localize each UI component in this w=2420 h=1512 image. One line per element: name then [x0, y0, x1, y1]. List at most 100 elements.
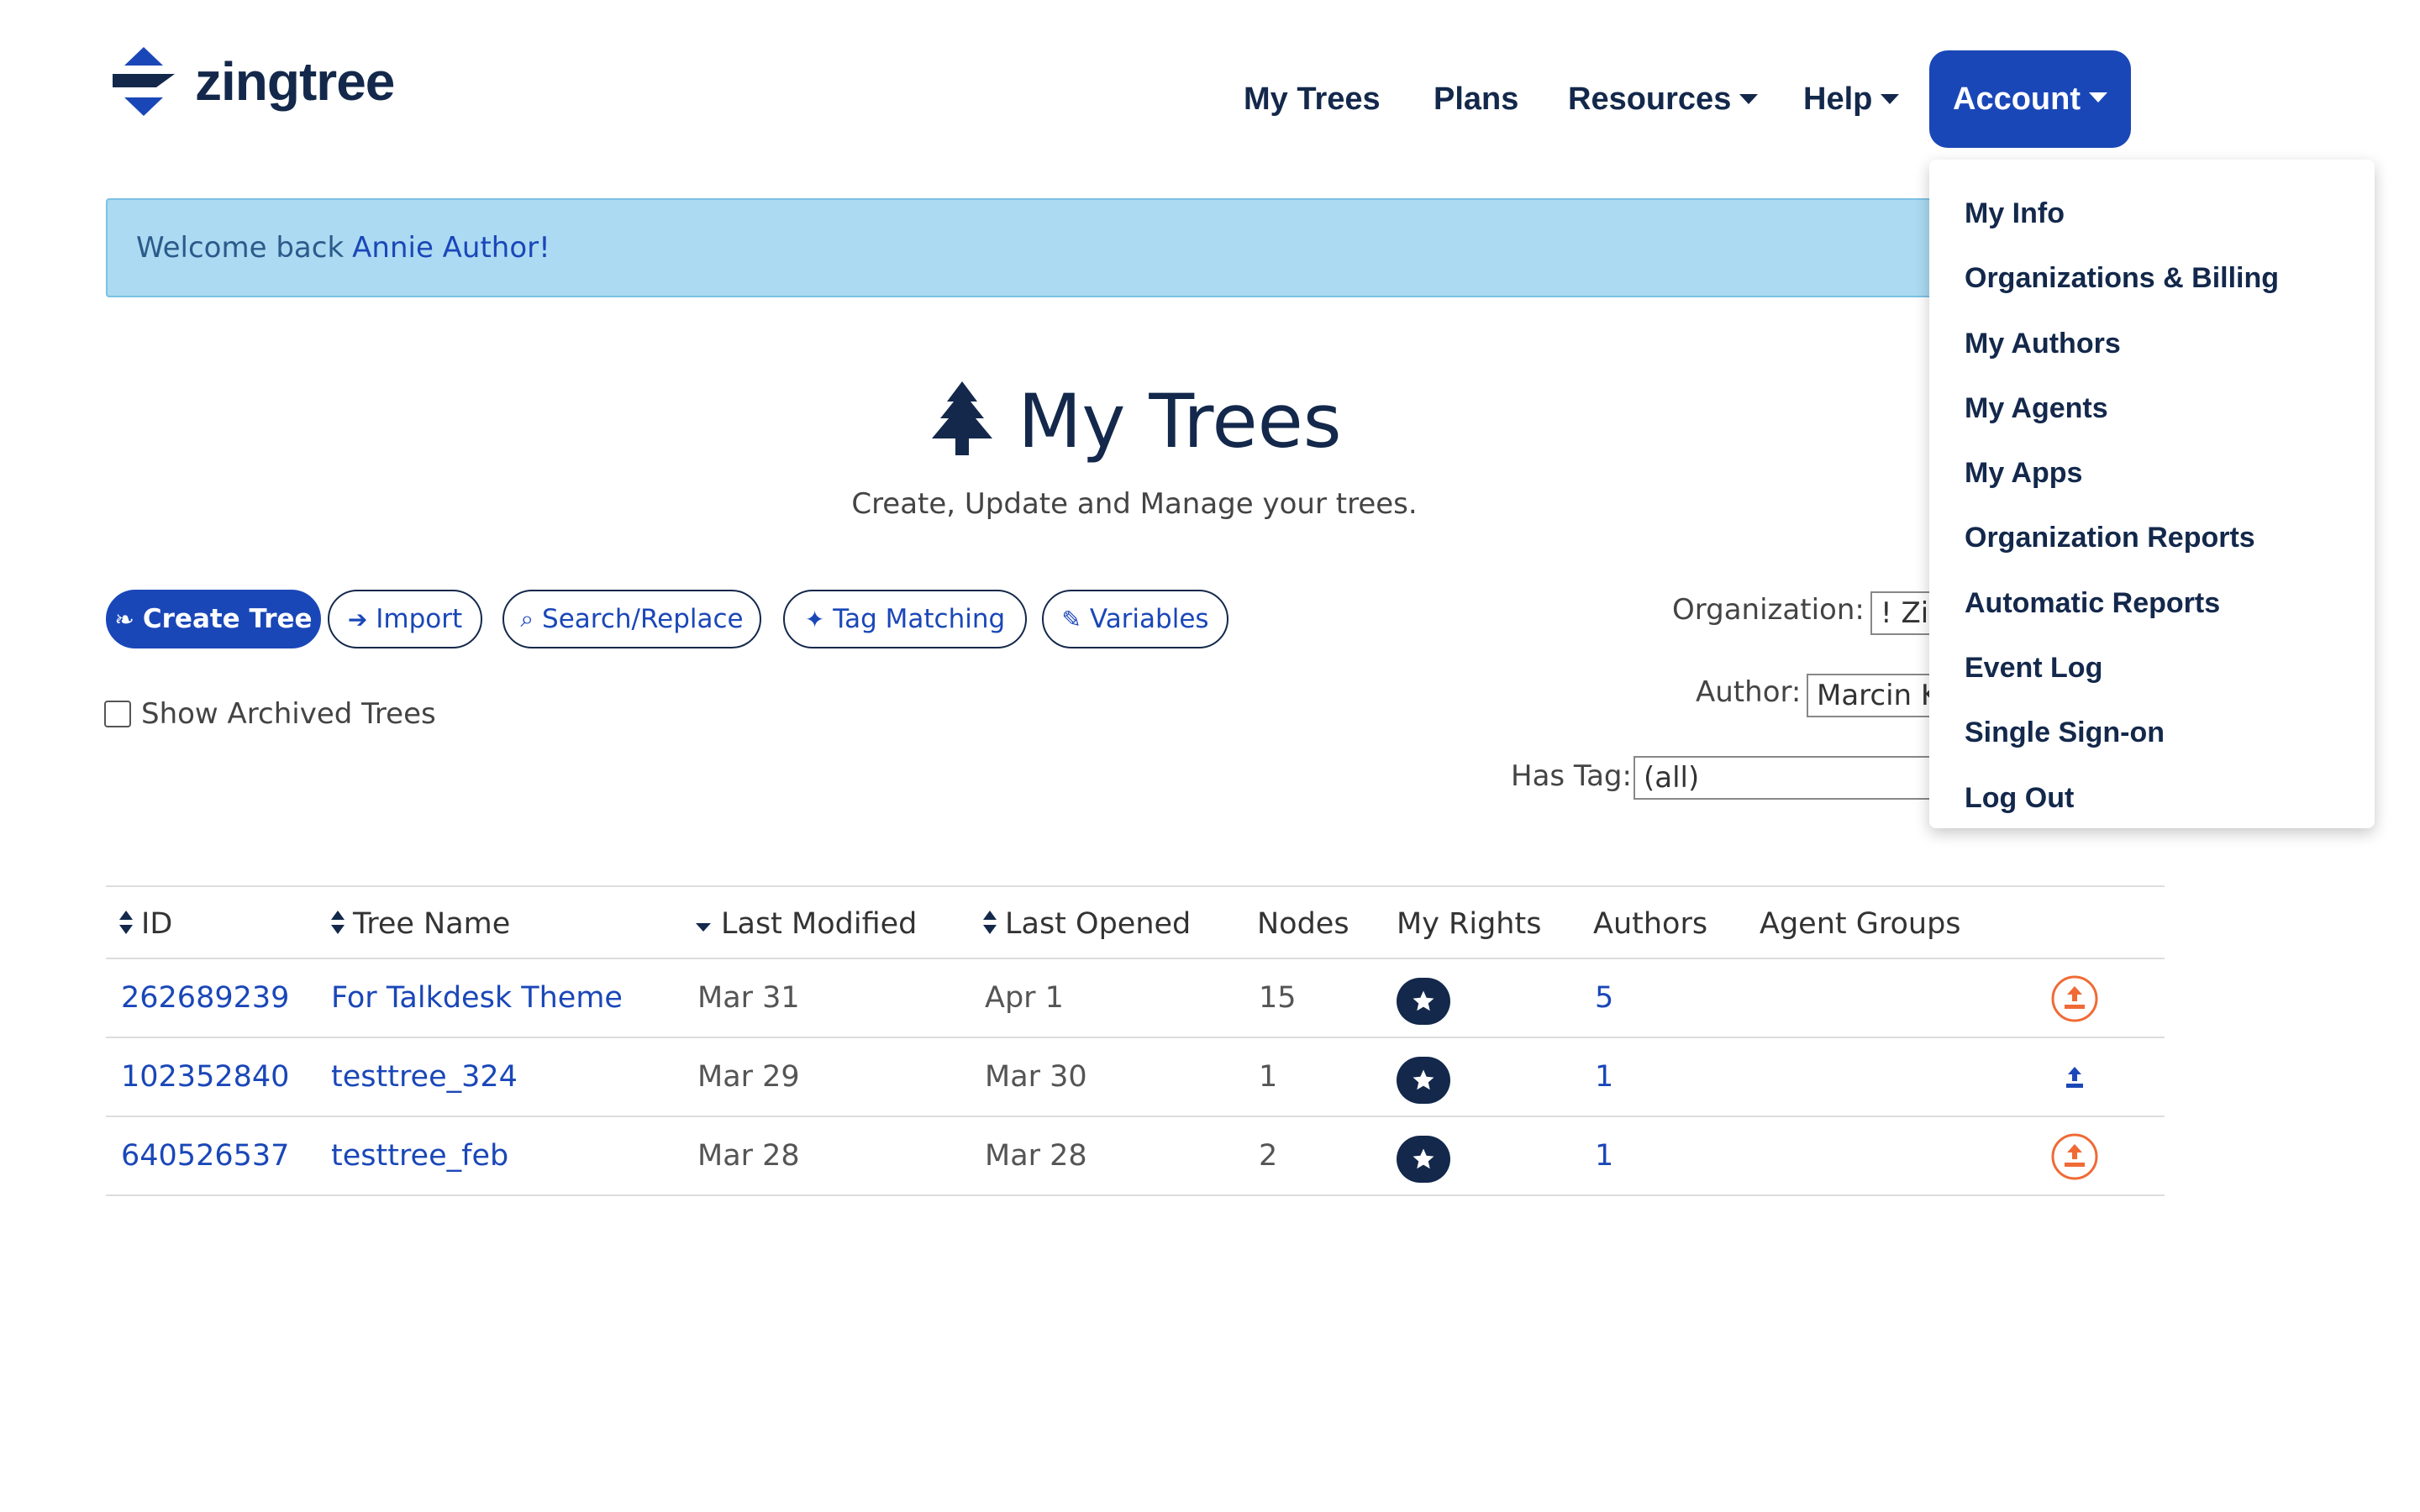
menu-item-my-info[interactable]: My Info [1929, 181, 2375, 246]
account-menu-button[interactable]: Account [1929, 50, 2131, 148]
table-row: 640526537 testtree_feb Mar 28 Mar 28 2 1 [106, 1117, 2165, 1196]
sort-desc-icon [696, 923, 711, 932]
zingtree-logo-icon [113, 47, 175, 116]
owner-star-icon [1397, 1057, 1450, 1104]
create-tree-label: Create Tree [142, 604, 313, 634]
caret-down-icon [1881, 93, 1900, 104]
edit-icon: ✎ [1061, 605, 1081, 633]
organization-label: Organization: [1672, 593, 1865, 627]
brand-name: zingtree [195, 51, 395, 112]
owner-star-icon [1397, 1136, 1450, 1183]
last-modified-cell: Mar 29 [697, 1060, 800, 1094]
leaf-icon: ❧ [114, 605, 134, 633]
tree-name-link[interactable]: For Talkdesk Theme [331, 959, 623, 1037]
menu-item-organization-reports[interactable]: Organization Reports [1929, 506, 2375, 570]
export-icon[interactable] [2050, 1053, 2099, 1102]
trees-table: ID Tree Name Last Modified Last Opened N… [106, 885, 2165, 1196]
search-icon: ⌕ [520, 605, 534, 633]
tag-matching-label: Tag Matching [833, 604, 1006, 634]
tags-icon: ✦ [804, 605, 825, 633]
column-last-modified-label: Last Modified [721, 907, 918, 941]
account-dropdown-menu: My Info Organizations & Billing My Autho… [1929, 160, 2375, 828]
nav-help[interactable]: Help [1803, 50, 1900, 148]
import-button[interactable]: ➔ Import [328, 590, 482, 648]
welcome-text: Welcome back [136, 231, 345, 265]
sort-icon [119, 911, 133, 934]
export-circle-icon[interactable] [2050, 974, 2099, 1023]
show-archived-checkbox[interactable] [104, 701, 131, 727]
last-modified-cell: Mar 28 [697, 1139, 800, 1173]
column-header-tree-name[interactable]: Tree Name [331, 887, 510, 961]
has-tag-select[interactable]: (all) [1634, 756, 1938, 800]
last-opened-cell: Mar 30 [985, 1060, 1087, 1094]
page-title: My Trees [927, 378, 1342, 465]
tree-id-link[interactable]: 262689239 [121, 959, 289, 1037]
page-title-text: My Trees [1018, 378, 1342, 465]
column-tree-name-label: Tree Name [353, 907, 511, 941]
welcome-banner: Welcome back Annie Author! [106, 198, 2153, 297]
column-header-agent-groups: Agent Groups [1760, 907, 1961, 941]
owner-star-icon [1397, 978, 1450, 1025]
author-select[interactable]: Marcin K [1807, 674, 1938, 717]
tree-id-link[interactable]: 640526537 [121, 1117, 289, 1194]
column-header-authors: Authors [1593, 907, 1708, 941]
nav-resources[interactable]: Resources [1568, 50, 1759, 148]
author-label: Author: [1696, 675, 1802, 709]
table-row: 262689239 For Talkdesk Theme Mar 31 Apr … [106, 959, 2165, 1038]
table-row: 102352840 testtree_324 Mar 29 Mar 30 1 1 [106, 1038, 2165, 1117]
nodes-cell: 2 [1259, 1139, 1278, 1173]
search-replace-button[interactable]: ⌕ Search/Replace [502, 590, 761, 648]
search-replace-label: Search/Replace [542, 604, 744, 634]
authors-count-link[interactable]: 1 [1595, 1117, 1613, 1194]
tree-icon [932, 381, 993, 455]
show-archived-label: Show Archived Trees [141, 697, 436, 731]
variables-label: Variables [1089, 604, 1209, 634]
caret-down-icon [2089, 92, 2107, 102]
has-tag-label: Has Tag: [1511, 759, 1632, 793]
column-last-opened-label: Last Opened [1005, 907, 1192, 941]
menu-item-event-log[interactable]: Event Log [1929, 636, 2375, 701]
menu-item-my-apps[interactable]: My Apps [1929, 441, 2375, 506]
menu-item-automatic-reports[interactable]: Automatic Reports [1929, 571, 2375, 636]
sort-icon [331, 911, 345, 934]
create-tree-button[interactable]: ❧ Create Tree [106, 590, 321, 648]
authors-count-link[interactable]: 5 [1595, 959, 1613, 1037]
nav-my-trees[interactable]: My Trees [1244, 50, 1381, 148]
nav-help-label: Help [1803, 81, 1873, 117]
nodes-cell: 15 [1259, 981, 1297, 1015]
column-header-id[interactable]: ID [119, 887, 172, 961]
column-id-label: ID [141, 907, 173, 941]
variables-button[interactable]: ✎ Variables [1042, 590, 1228, 648]
last-modified-cell: Mar 31 [697, 981, 800, 1015]
tree-name-link[interactable]: testtree_324 [331, 1038, 518, 1116]
menu-item-log-out[interactable]: Log Out [1929, 766, 2375, 831]
menu-item-my-agents[interactable]: My Agents [1929, 376, 2375, 441]
sign-in-icon: ➔ [347, 605, 368, 633]
menu-item-my-authors[interactable]: My Authors [1929, 312, 2375, 376]
menu-item-single-sign-on[interactable]: Single Sign-on [1929, 701, 2375, 765]
account-label: Account [1953, 81, 2081, 117]
sort-icon [983, 911, 997, 934]
table-header-row: ID Tree Name Last Modified Last Opened N… [106, 885, 2165, 959]
tag-matching-button[interactable]: ✦ Tag Matching [783, 590, 1027, 648]
nav-resources-label: Resources [1568, 81, 1732, 117]
menu-item-organizations-billing[interactable]: Organizations & Billing [1929, 246, 2375, 311]
caret-down-icon [1739, 93, 1759, 104]
zingtree-logo[interactable]: zingtree [106, 44, 395, 119]
nav-plans[interactable]: Plans [1434, 50, 1518, 148]
authors-count-link[interactable]: 1 [1595, 1038, 1613, 1116]
nodes-cell: 1 [1259, 1060, 1278, 1094]
tree-id-link[interactable]: 102352840 [121, 1038, 289, 1116]
column-header-my-rights: My Rights [1397, 907, 1542, 941]
column-header-last-opened[interactable]: Last Opened [983, 887, 1191, 961]
last-opened-cell: Apr 1 [985, 981, 1064, 1015]
welcome-user-link[interactable]: Annie Author! [352, 231, 550, 265]
tree-name-link[interactable]: testtree_feb [331, 1117, 508, 1194]
column-header-nodes: Nodes [1257, 907, 1349, 941]
show-archived-toggle[interactable]: Show Archived Trees [104, 697, 436, 731]
export-circle-icon[interactable] [2050, 1132, 2099, 1181]
last-opened-cell: Mar 28 [985, 1139, 1087, 1173]
page-subtitle: Create, Update and Manage your trees. [851, 487, 1418, 521]
column-header-last-modified[interactable]: Last Modified [696, 887, 917, 961]
organization-select[interactable]: ! Zin [1870, 591, 1938, 635]
